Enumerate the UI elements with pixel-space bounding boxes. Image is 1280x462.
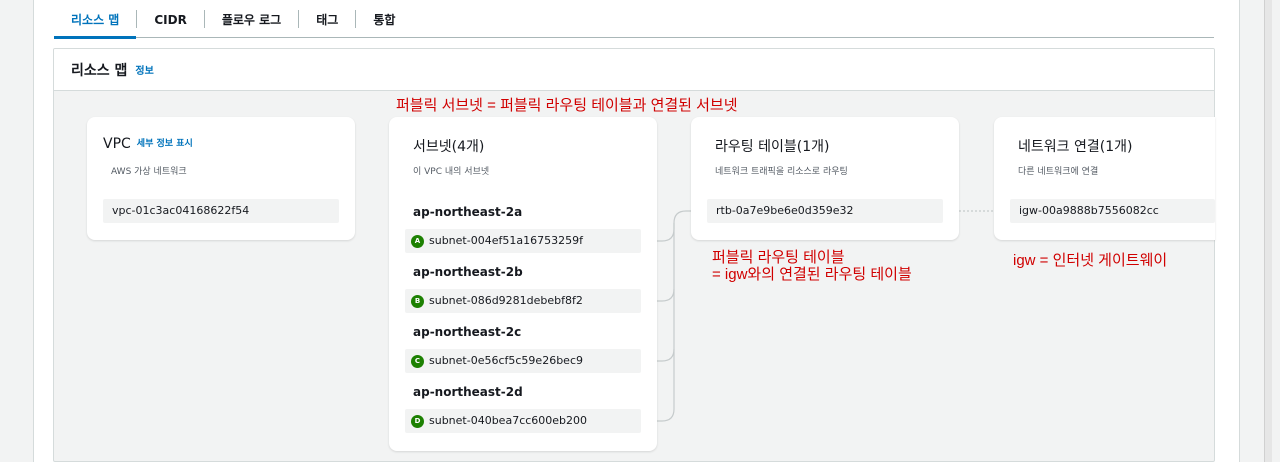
route-tables-description: 네트워크 트래픽을 리소스로 라우팅 [715,167,848,177]
route-tables-card-title: 라우팅 테이블(1개) [715,139,830,155]
subnet-id: subnet-004ef51a16753259f [429,234,583,247]
subnet-id: subnet-086d9281debebf8f2 [429,294,583,307]
az-label: ap-northeast-2b [413,265,523,279]
subnet-id: subnet-0e56cf5c59e26bec9 [429,354,583,367]
vpc-description: AWS 가상 네트워크 [111,167,187,177]
network-connections-card-title: 네트워크 연결(1개) [1018,139,1133,155]
az-badge: B [411,294,424,308]
annotation-public-subnet: 퍼블릭 서브넷 = 퍼블릭 라우팅 테이블과 연결된 서브넷 [396,97,738,114]
subnets-description: 이 VPC 내의 서브넷 [413,167,490,177]
subnets-card-title: 서브넷(4개) [413,139,485,155]
az-badge: D [411,414,424,428]
internet-gateway-id[interactable]: igw-00a9888b7556082cc [1010,199,1215,223]
show-details-link[interactable]: 세부 정보 표시 [137,139,193,149]
vpc-title-text: VPC [103,136,131,152]
annotation-igw: igw = 인터넷 게이트웨이 [1013,252,1168,269]
subnet-id-box[interactable]: Dsubnet-040bea7cc600eb200 [405,409,641,433]
network-connections-description: 다른 네트워크에 연결 [1018,167,1099,177]
network-connections-card: 네트워크 연결(1개) 다른 네트워크에 연결 igw-00a9888b7556… [994,117,1215,240]
az-label: ap-northeast-2a [413,205,523,219]
route-table-id[interactable]: rtb-0a7e9be6e0d359e32 [707,199,943,223]
az-badge: C [411,354,424,368]
vpc-card-title: VPC 세부 정보 표시 [103,136,193,152]
annotation-public-route-table-line2: = igw와의 연결된 라우팅 테이블 [712,266,912,283]
route-tables-card: 라우팅 테이블(1개) 네트워크 트래픽을 리소스로 라우팅 rtb-0a7e9… [691,117,959,240]
az-badge: A [411,234,424,248]
az-label: ap-northeast-2d [413,385,523,399]
vpc-card: VPC 세부 정보 표시 AWS 가상 네트워크 vpc-01c3ac041686… [87,117,355,240]
az-label: ap-northeast-2c [413,325,522,339]
subnet-id-box[interactable]: Asubnet-004ef51a16753259f [405,229,641,253]
subnet-id: subnet-040bea7cc600eb200 [429,414,588,427]
vpc-id[interactable]: vpc-01c3ac04168622f54 [103,199,339,223]
subnet-id-box[interactable]: Bsubnet-086d9281debebf8f2 [405,289,641,313]
subnets-card: 서브넷(4개) 이 VPC 내의 서브넷 ap-northeast-2a Asu… [389,117,657,451]
subnet-id-box[interactable]: Csubnet-0e56cf5c59e26bec9 [405,349,641,373]
